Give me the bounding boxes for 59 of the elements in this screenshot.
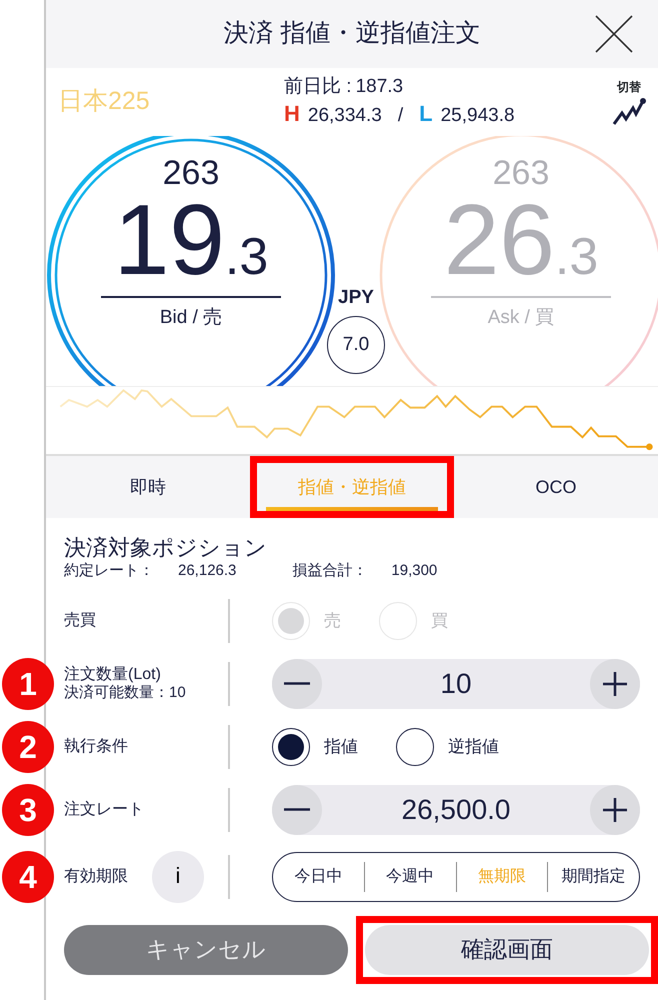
plus-button[interactable] bbox=[590, 784, 640, 835]
high-value: 26,334.3 bbox=[308, 105, 382, 126]
quote-label: Ask / 買 bbox=[488, 306, 554, 330]
high-label: H bbox=[284, 101, 300, 126]
line-chart-icon bbox=[612, 96, 646, 126]
segment-option[interactable]: 期間指定 bbox=[547, 862, 639, 892]
instrument-name: 日本225 bbox=[58, 86, 151, 118]
tab[interactable]: OCO bbox=[454, 456, 658, 518]
plus-button[interactable] bbox=[590, 658, 640, 709]
field-label: 売買 bbox=[64, 611, 96, 630]
confirm-button[interactable]: 確認画面 bbox=[365, 924, 649, 975]
minus-button[interactable] bbox=[272, 658, 322, 709]
radio-label: 逆指値 bbox=[448, 736, 499, 758]
section-title: 決済対象ポジション bbox=[64, 536, 268, 560]
stepper-value: 10 bbox=[439, 666, 473, 701]
step-number: 1 bbox=[2, 658, 54, 710]
radio-button[interactable] bbox=[396, 728, 434, 766]
close-icon bbox=[594, 14, 634, 54]
low-label: L bbox=[419, 101, 433, 126]
radio-label: 売 bbox=[324, 610, 341, 632]
tab[interactable]: 即時 bbox=[46, 456, 250, 518]
radio-label: 買 bbox=[431, 610, 448, 632]
plus-icon bbox=[603, 672, 627, 696]
low-value: 25,943.8 bbox=[440, 105, 515, 126]
currency-label: JPY bbox=[338, 286, 374, 310]
field-label: 注文数量(Lot) bbox=[64, 665, 162, 684]
info-button[interactable]: i bbox=[152, 850, 204, 903]
step-number: 2 bbox=[2, 720, 54, 773]
segment-option[interactable]: 今週中 bbox=[364, 862, 456, 892]
stepper-value: 26,500.0 bbox=[400, 792, 512, 827]
plus-icon bbox=[603, 798, 627, 822]
pl-label: 損益合計： bbox=[292, 561, 368, 582]
window-title: 決済 指値・逆指値注文 bbox=[224, 18, 480, 50]
minus-icon bbox=[284, 808, 310, 812]
field-sublabel: 決済可能数量：10 bbox=[64, 684, 186, 702]
minus-button[interactable] bbox=[272, 784, 322, 835]
rate-value: 26,126.3 bbox=[178, 561, 236, 582]
quote-label: Bid / 売 bbox=[160, 306, 222, 330]
separator: / bbox=[398, 105, 404, 126]
spread-value: 7.0 bbox=[327, 316, 385, 374]
close-button[interactable] bbox=[594, 14, 634, 54]
change-label: 前日比 : bbox=[284, 76, 352, 98]
pl-value: 19,300 bbox=[391, 561, 438, 582]
chart-toggle-button[interactable]: 切替 bbox=[612, 78, 646, 126]
change-value: 187.3 bbox=[356, 76, 404, 98]
price-value: 26.3 bbox=[444, 190, 598, 290]
segment-option[interactable]: 今日中 bbox=[273, 862, 364, 892]
rate-label: 約定レート： bbox=[64, 561, 154, 582]
minus-icon bbox=[284, 682, 310, 686]
radio-button[interactable] bbox=[272, 728, 310, 766]
step-number: 4 bbox=[2, 850, 54, 903]
field-label: 有効期限 bbox=[64, 867, 128, 886]
step-number: 3 bbox=[2, 784, 54, 836]
radio-label: 指値 bbox=[324, 736, 358, 758]
field-label: 注文レート bbox=[64, 800, 144, 820]
price-prefix: 263 bbox=[162, 156, 220, 190]
price-value: 19.3 bbox=[114, 190, 268, 290]
price-prefix: 263 bbox=[492, 156, 550, 190]
field-label: 執行条件 bbox=[64, 737, 128, 756]
